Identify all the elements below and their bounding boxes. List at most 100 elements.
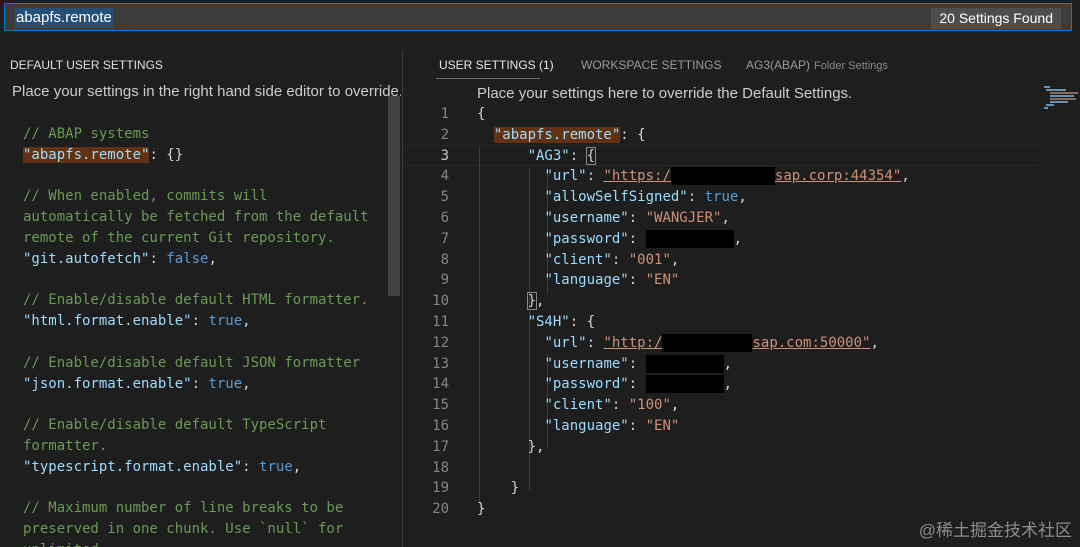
code-line-3: "AG3": { [527,146,597,165]
abapfs-remote-key: "abapfs.remote" [493,126,621,143]
username-key: "username" [544,355,629,372]
brace-close: } [510,480,520,497]
editor-minimap[interactable] [1040,84,1080,114]
settings-found-badge: 20 Settings Found [931,8,1061,29]
setting-comment: // ABAP systems [23,126,150,142]
username-value: "WANGJER" [645,209,722,226]
code-line-14: "password": , [544,375,733,394]
code-line-8: "client": "001", [544,251,680,268]
setting-comment: // Enable/disable default JSON formatter [23,354,361,371]
default-setting-line: automatically be fetched from the defaul… [23,207,369,228]
redacted-block [670,167,775,186]
client-key: "client" [544,397,612,414]
line-number: 7 [440,230,449,247]
setting-value: false [166,250,209,267]
setting-comment: // Enable/disable default HTML formatter… [23,292,369,309]
code-line-16: "language": "EN" [544,417,680,434]
user-settings-hint: Place your settings here to override the… [477,85,853,102]
default-setting-line: "typescript.format.enable": true, [23,458,302,475]
line-number: 19 [432,480,449,497]
code-line-4: "url": "https:/sap.corp:44354", [544,167,910,186]
line-number: 12 [432,334,449,351]
default-setting-line: // Enable/disable default TypeScript [23,415,369,436]
default-setting-line [23,166,369,187]
setting-key: "abapfs.remote" [23,146,150,163]
line-number: 8 [440,251,449,268]
setting-value: true [208,313,243,330]
default-setting-line [23,270,369,291]
line-number: 15 [432,397,449,414]
code-line-17: }, [527,438,545,455]
default-setting-line: // Maximum number of line breaks to be [23,498,369,519]
setting-value: true [208,375,243,392]
default-setting-line: "json.format.enable": true, [23,375,251,392]
brace-open: { [477,106,486,122]
default-setting-line: formatter. [23,436,369,457]
s4h-key: "S4H" [527,313,570,330]
panel-divider[interactable] [402,52,403,547]
minimap-line [1046,104,1054,106]
tab-folder-sublabel: Folder Settings [814,60,889,72]
default-setting-line: "html.format.enable": true, [23,313,251,330]
line-number: 1 [440,106,449,122]
setting-comment: // Enable/disable default TypeScript [23,417,327,434]
url-key: "url" [544,334,587,351]
password-key: "password" [544,230,629,247]
default-setting-line [23,332,369,353]
brace-close: } [477,501,486,518]
code-line-10: }, [526,292,545,311]
default-settings-hint: Place your settings in the right hand si… [12,83,401,100]
user-settings-editor[interactable]: { "abapfs.remote": { "AG3": { "url": "ht… [477,104,910,520]
left-scrollbar-thumb[interactable] [388,96,400,296]
tab-workspace-settings[interactable]: WORKSPACE SETTINGS [581,58,721,72]
default-setting-line: // Enable/disable default HTML formatter… [23,290,369,311]
default-setting-line: // ABAP systems [23,124,369,145]
settings-tabs: USER SETTINGS (1) WORKSPACE SETTINGS AG3… [403,38,1080,80]
default-settings-code[interactable]: // ABAP systems "abapfs.remote": {} // Wh… [23,124,369,547]
setting-value: true [259,458,293,475]
line-number: 14 [432,376,449,393]
tab-user-settings[interactable]: USER SETTINGS (1) [439,58,554,72]
code-line-19: } [477,478,910,499]
url-key: "url" [544,168,587,185]
line-number: 18 [432,459,449,476]
line-number: 10 [432,293,449,310]
setting-key: "typescript.format.enable" [23,458,243,475]
tab-folder-settings[interactable]: AG3(ABAP) Folder Settings [746,58,888,72]
line-number: 20 [432,501,449,518]
bracket-match-close: } [526,292,538,311]
code-line-1: { [477,104,910,125]
settings-search-input[interactable]: abapfs.remote [15,8,113,28]
code-line-11: "S4H": { [527,313,596,330]
setting-comment: formatter. [23,437,108,454]
setting-comment: preserved in one chunk. Use `null` for [23,521,344,538]
minimap-line [1044,86,1050,88]
tab-folder-label: AG3(ABAP) [746,58,811,72]
code-line-2: "abapfs.remote": { [493,126,646,143]
settings-search-box[interactable]: abapfs.remote 20 Settings Found [4,3,1072,31]
code-line-9: "language": "EN" [544,272,680,289]
code-line-12: "url": "http:/sap.com:50000", [544,333,879,352]
setting-key: "git.autofetch" [23,250,150,267]
code-line-20: } [477,499,910,520]
url-value-end: sap.com:50000" [752,334,871,351]
line-number: 6 [440,209,449,226]
default-settings-title: DEFAULT USER SETTINGS [10,58,163,72]
language-value: "EN" [645,272,680,289]
username-key: "username" [544,209,629,226]
language-key: "language" [544,417,629,434]
line-number: 17 [432,438,449,455]
default-setting-line: unlimited. [23,540,369,547]
setting-comment: automatically be fetched from the defaul… [23,209,369,226]
line-number: 3 [440,147,449,164]
setting-comment: remote of the current Git repository. [23,229,335,246]
watermark: @稀土掘金技术社区 [918,521,1072,540]
minimap-line [1044,107,1048,109]
minimap-line [1050,95,1074,97]
url-value-start: "https:/ [603,168,671,185]
default-setting-line: // When enabled, commits will [23,186,369,207]
setting-key: "html.format.enable" [23,313,192,330]
line-number: 5 [440,189,449,206]
code-line-13: "username": , [544,354,733,373]
